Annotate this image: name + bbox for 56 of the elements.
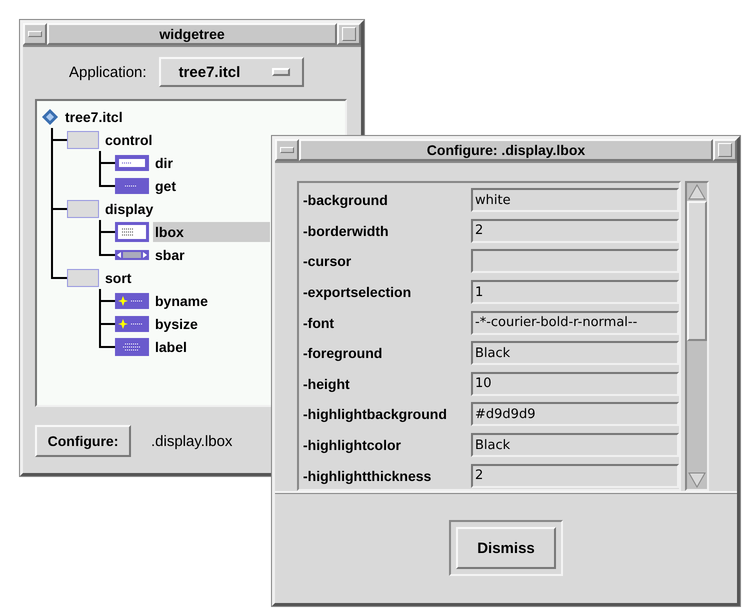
option-value-field[interactable]: 1: [471, 280, 679, 304]
vertical-scrollbar[interactable]: [685, 181, 709, 491]
scroll-up-arrow-icon: [687, 183, 707, 201]
option-name: -font: [302, 314, 336, 331]
window-title: Configure: .display.lbox: [299, 139, 713, 161]
scroll-down-arrow-icon: [687, 471, 707, 489]
option-name: -background: [302, 192, 389, 208]
option-value-field[interactable]: Black: [471, 341, 679, 366]
radiobutton-widget-icon: [115, 316, 149, 332]
label-widget-icon: [115, 338, 149, 356]
tree-item[interactable]: dir: [153, 152, 175, 172]
tree-item[interactable]: label: [153, 336, 189, 356]
tree-item[interactable]: control: [103, 130, 154, 150]
option-name: -exportselection: [302, 284, 412, 300]
tree-item[interactable]: sbar: [153, 244, 187, 264]
entry-widget-icon: [115, 154, 149, 170]
tree-item[interactable]: get: [153, 176, 178, 196]
diamond-icon: [41, 108, 59, 126]
tree-item[interactable]: bysize: [153, 314, 200, 334]
application-dropdown[interactable]: tree7.itcl: [158, 57, 304, 87]
tree-item[interactable]: tree7.itcl: [63, 106, 125, 126]
option-name: -highlightbackground: [302, 406, 448, 422]
tree-item[interactable]: display: [103, 198, 156, 218]
minimize-button[interactable]: [275, 139, 299, 161]
configure-button[interactable]: Configure:: [35, 425, 131, 457]
option-value-field[interactable]: [471, 249, 679, 274]
option-name: -height: [302, 376, 351, 392]
configure-target-label: .display.lbox: [151, 432, 232, 450]
option-name: -cursor: [302, 253, 352, 270]
radiobutton-widget-icon: [115, 292, 149, 308]
option-name: -highlightcolor: [302, 437, 402, 454]
option-value-field[interactable]: 10: [471, 372, 679, 396]
frame-icon: [67, 130, 99, 148]
option-value-field[interactable]: #d9d9d9: [471, 402, 679, 426]
option-value-field[interactable]: 2: [471, 464, 679, 488]
tree-item[interactable]: lbox: [153, 222, 270, 242]
button-widget-icon: [115, 178, 149, 194]
option-value-field[interactable]: -*-courier-bold-r-normal--: [471, 310, 679, 335]
scrollbar-widget-icon: [115, 248, 149, 260]
frame-icon: [67, 268, 99, 286]
listbox-widget-icon: [115, 222, 149, 242]
tree-item[interactable]: byname: [153, 290, 210, 310]
dismiss-button[interactable]: Dismiss: [456, 527, 556, 569]
maximize-button[interactable]: [713, 139, 737, 161]
option-name: -foreground: [302, 345, 384, 362]
tree-item[interactable]: sort: [103, 268, 134, 288]
option-value-field[interactable]: white: [471, 188, 679, 212]
minimize-button[interactable]: [23, 23, 47, 45]
option-value-field[interactable]: Black: [471, 433, 679, 458]
application-label: Application:: [69, 64, 147, 80]
option-value-field[interactable]: 2: [471, 218, 679, 243]
frame-icon: [67, 200, 99, 218]
option-name: -highlightthickness: [302, 468, 432, 484]
option-name: -borderwidth: [302, 222, 390, 239]
maximize-button[interactable]: [337, 23, 361, 45]
window-title: widgetree: [47, 23, 337, 45]
